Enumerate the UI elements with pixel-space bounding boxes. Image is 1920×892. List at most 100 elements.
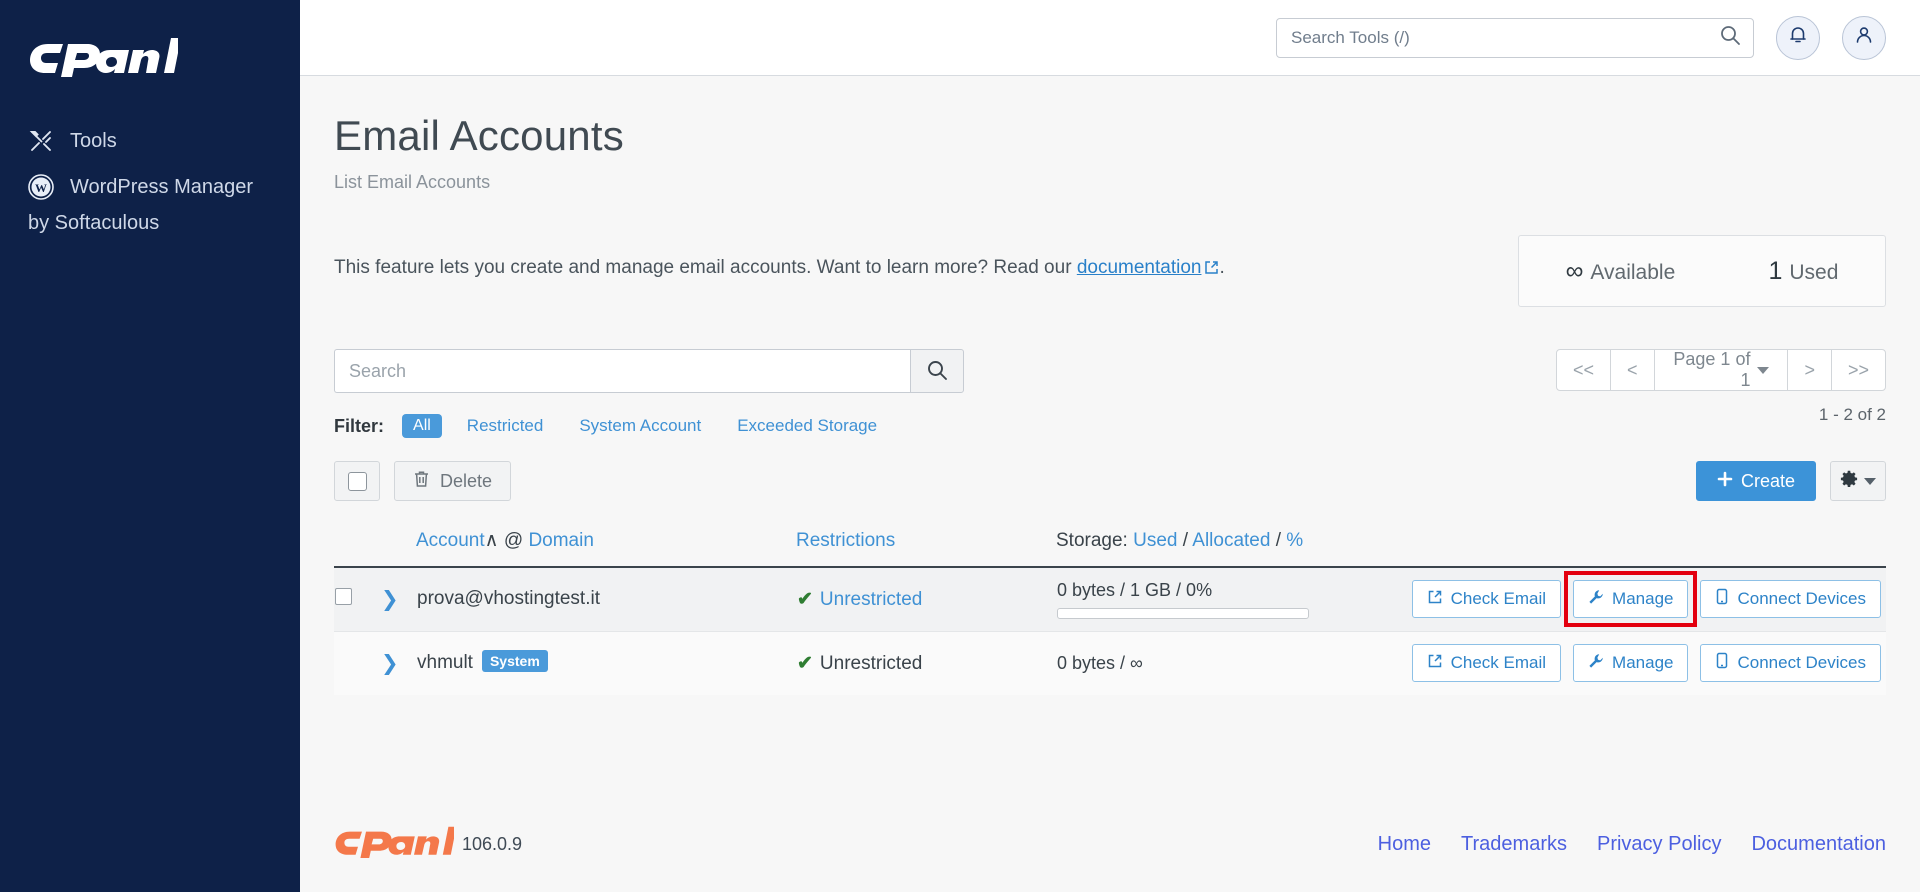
connect-devices-label: Connect Devices bbox=[1737, 589, 1866, 609]
search-icon bbox=[926, 359, 948, 384]
pagination-range: 1 - 2 of 2 bbox=[1818, 405, 1886, 424]
row-account-cell: vhmult System bbox=[416, 631, 796, 695]
pagination-prev[interactable]: < bbox=[1611, 350, 1655, 390]
row-expand-cell: ❯ bbox=[380, 631, 416, 695]
pagination-area: << < Page 1 of 1 > >> 1 - 2 of 2 bbox=[1556, 349, 1886, 425]
header-storage-prefix: Storage: bbox=[1056, 529, 1128, 551]
bell-icon bbox=[1787, 24, 1809, 51]
row-expand-cell: ❯ bbox=[380, 567, 416, 631]
settings-dropdown-button[interactable] bbox=[1830, 461, 1886, 501]
cpanel-logo-icon bbox=[335, 826, 457, 858]
footer-links: Home Trademarks Privacy Policy Documenta… bbox=[1378, 833, 1886, 856]
footer-link-privacy-policy[interactable]: Privacy Policy bbox=[1597, 833, 1721, 856]
description-suffix: . bbox=[1219, 257, 1225, 278]
check-icon: ✔ bbox=[797, 652, 813, 674]
pagination-next[interactable]: > bbox=[1788, 350, 1832, 390]
sidebar-item-wordpress-manager[interactable]: W WordPress Manager bbox=[0, 164, 300, 210]
filter-chip-exceeded-storage[interactable]: Exceeded Storage bbox=[726, 413, 888, 439]
filter-chip-restricted[interactable]: Restricted bbox=[456, 413, 555, 439]
app-root: Tools W WordPress Manager by Softaculous bbox=[0, 0, 1920, 892]
header-actions bbox=[1386, 519, 1886, 568]
header-storage: Storage: Used / Allocated / % bbox=[1056, 519, 1386, 568]
row-storage-cell: 0 bytes / 1 GB / 0% bbox=[1056, 567, 1386, 631]
row-storage-text: 0 bytes / 1 GB / 0% bbox=[1057, 579, 1213, 600]
header-restrictions-link[interactable]: Restrictions bbox=[796, 530, 895, 551]
quota-used-value: 1 bbox=[1768, 256, 1783, 285]
select-all-checkbox[interactable] bbox=[334, 461, 380, 501]
external-link-icon bbox=[1204, 257, 1219, 284]
filter-chip-system-account[interactable]: System Account bbox=[568, 413, 712, 439]
header-account[interactable]: Account∧ @ Domain bbox=[416, 519, 796, 568]
footer-link-home[interactable]: Home bbox=[1378, 833, 1431, 856]
chevron-right-icon[interactable]: ❯ bbox=[381, 652, 399, 675]
search-icon[interactable] bbox=[1719, 24, 1741, 51]
quota-used-label: Used bbox=[1789, 260, 1839, 284]
quota-used: 1 Used bbox=[1768, 257, 1838, 286]
tools-icon bbox=[28, 128, 54, 154]
search-tools-container[interactable] bbox=[1276, 17, 1754, 58]
chevron-right-icon[interactable]: ❯ bbox=[381, 588, 399, 611]
manage-button[interactable]: Manage bbox=[1573, 644, 1689, 683]
connect-devices-button[interactable]: Connect Devices bbox=[1700, 580, 1881, 619]
sidebar-nav: Tools W WordPress Manager by Softaculous bbox=[0, 118, 300, 235]
header-domain-link[interactable]: Domain bbox=[528, 530, 593, 551]
header-storage-allocated-link[interactable]: Allocated bbox=[1192, 530, 1270, 551]
checkbox-box bbox=[347, 471, 367, 491]
connect-devices-button[interactable]: Connect Devices bbox=[1700, 644, 1881, 683]
mobile-icon bbox=[1715, 588, 1729, 610]
search-accounts-container[interactable] bbox=[334, 349, 964, 393]
row-checkbox[interactable] bbox=[335, 587, 352, 605]
topbar bbox=[300, 0, 1920, 76]
chevron-down-icon bbox=[1864, 477, 1876, 485]
description-text: This feature lets you create and manage … bbox=[334, 257, 1077, 278]
footer: 106.0.9 Home Trademarks Privacy Policy D… bbox=[334, 825, 1886, 864]
search-input[interactable] bbox=[334, 349, 910, 393]
create-button[interactable]: Create bbox=[1695, 461, 1816, 501]
sidebar-item-sublabel: by Softaculous bbox=[28, 212, 160, 234]
manage-label: Manage bbox=[1612, 589, 1674, 609]
row-actions: Check Email Manage Connect Devices bbox=[1387, 571, 1885, 628]
row-account-name: vhmult bbox=[417, 652, 473, 674]
table-body: ❯ prova@vhostingtest.it ✔ Unrestricted 0 … bbox=[334, 567, 1886, 695]
header-storage-percent-link[interactable]: % bbox=[1286, 530, 1303, 551]
row-restriction-link[interactable]: Unrestricted bbox=[820, 589, 922, 610]
trash-icon bbox=[413, 470, 430, 493]
sidebar-item-label: Tools bbox=[70, 129, 117, 152]
check-email-label: Check Email bbox=[1450, 653, 1547, 673]
check-email-button[interactable]: Check Email bbox=[1411, 644, 1562, 683]
table-head: Account∧ @ Domain Restrictions Storage: … bbox=[334, 519, 1886, 568]
table-row: ❯ prova@vhostingtest.it ✔ Unrestricted 0 … bbox=[334, 567, 1886, 631]
filter-label: Filter: bbox=[334, 415, 385, 436]
cpanel-logo[interactable] bbox=[0, 26, 300, 78]
footer-link-trademarks[interactable]: Trademarks bbox=[1461, 833, 1567, 856]
quota-available-label: Available bbox=[1590, 260, 1676, 284]
row-checkbox-cell bbox=[334, 631, 380, 695]
row-actions-cell: Check Email Manage Connect Devices bbox=[1386, 631, 1886, 695]
header-storage-used-link[interactable]: Used bbox=[1133, 530, 1177, 551]
header-account-link[interactable]: Account bbox=[416, 530, 485, 551]
row-storage-text: 0 bytes / ∞ bbox=[1057, 652, 1143, 673]
filter-chip-all[interactable]: All bbox=[402, 414, 442, 438]
header-restrictions[interactable]: Restrictions bbox=[796, 519, 1056, 568]
documentation-link[interactable]: documentation bbox=[1077, 257, 1202, 278]
create-label: Create bbox=[1740, 470, 1795, 491]
search-tools-input[interactable] bbox=[1289, 26, 1719, 49]
sidebar-item-tools[interactable]: Tools bbox=[0, 118, 300, 164]
pagination-first[interactable]: << bbox=[1557, 350, 1612, 390]
check-email-button[interactable]: Check Email bbox=[1411, 580, 1562, 619]
user-account-button[interactable] bbox=[1842, 15, 1886, 60]
external-link-icon bbox=[1427, 653, 1443, 674]
delete-button[interactable]: Delete bbox=[394, 461, 512, 501]
wordpress-icon: W bbox=[28, 174, 54, 200]
footer-link-documentation[interactable]: Documentation bbox=[1751, 833, 1886, 856]
pagination-page-select[interactable]: Page 1 of 1 bbox=[1655, 350, 1789, 390]
quota-summary: ∞ Available 1 Used bbox=[1518, 235, 1886, 307]
header-expand bbox=[380, 519, 416, 568]
mobile-icon bbox=[1715, 652, 1729, 674]
pagination-last[interactable]: >> bbox=[1832, 350, 1885, 390]
connect-devices-label: Connect Devices bbox=[1737, 653, 1866, 673]
chevron-down-icon bbox=[1757, 366, 1770, 374]
manage-button[interactable]: Manage bbox=[1573, 580, 1689, 619]
notifications-button[interactable] bbox=[1776, 15, 1820, 60]
search-button[interactable] bbox=[910, 349, 964, 393]
